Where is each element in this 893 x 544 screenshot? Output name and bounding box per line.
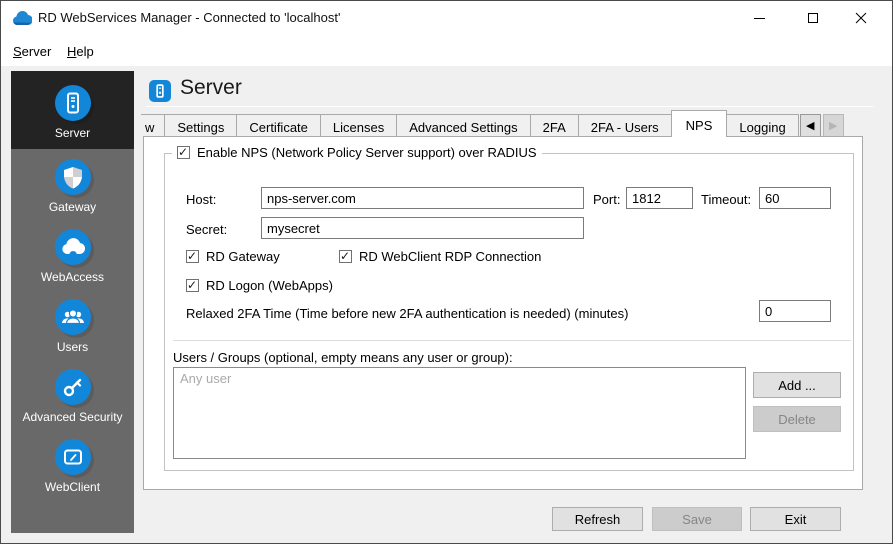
sidebar-label: WebClient xyxy=(44,479,101,494)
tab-2fa[interactable]: 2FA xyxy=(529,114,579,137)
sidebar-item-webclient[interactable]: WebClient xyxy=(11,429,134,499)
users-groups-listbox[interactable]: Any user xyxy=(173,367,746,459)
rd-logon-label: RD Logon (WebApps) xyxy=(206,278,333,293)
delete-button[interactable]: Delete xyxy=(753,406,841,432)
rd-logon-row: RD Logon (WebApps) xyxy=(186,278,333,293)
timeout-label: Timeout: xyxy=(701,192,752,207)
exit-button[interactable]: Exit xyxy=(750,507,841,531)
tab-scroll-left-button[interactable]: ◀ xyxy=(799,114,821,137)
tab-nps[interactable]: NPS xyxy=(670,110,728,137)
sidebar-item-users[interactable]: Users xyxy=(11,289,134,359)
port-label: Port: xyxy=(593,192,621,207)
rd-gateway-checkbox[interactable] xyxy=(186,249,199,263)
tab-settings[interactable]: Settings xyxy=(164,114,238,137)
timeout-input[interactable] xyxy=(759,187,831,209)
sidebar: Server Gateway WebAccess Users Advanced … xyxy=(11,71,134,533)
tab-certificate[interactable]: Certificate xyxy=(236,114,321,137)
rd-gateway-label: RD Gateway xyxy=(206,249,280,264)
minimize-button[interactable] xyxy=(734,1,784,35)
sidebar-item-advanced-security[interactable]: Advanced Security xyxy=(11,359,134,429)
window-title: RD WebServices Manager - Connected to 'l… xyxy=(38,10,341,25)
secret-input[interactable] xyxy=(261,217,584,239)
page-title: Server xyxy=(180,76,242,99)
sidebar-item-webaccess[interactable]: WebAccess xyxy=(11,219,134,289)
screen-icon xyxy=(54,438,91,475)
header-divider xyxy=(146,106,873,107)
rd-webclient-rdp-label: RD WebClient RDP Connection xyxy=(359,249,542,264)
sidebar-label: Gateway xyxy=(48,199,97,214)
enable-nps-label: Enable NPS (Network Policy Server suppor… xyxy=(197,145,537,160)
maximize-icon xyxy=(808,13,818,23)
page-server-icon xyxy=(149,80,171,102)
port-input[interactable] xyxy=(626,187,693,209)
sidebar-label: Server xyxy=(54,125,91,140)
save-button[interactable]: Save xyxy=(652,507,742,531)
relaxed-2fa-label: Relaxed 2FA Time (Time before new 2FA au… xyxy=(186,306,629,321)
cloud-icon xyxy=(54,228,91,265)
enable-nps-checkbox[interactable] xyxy=(177,145,190,159)
users-groups-label: Users / Groups (optional, empty means an… xyxy=(173,350,513,365)
users-icon xyxy=(54,298,91,335)
close-icon xyxy=(855,12,867,24)
tab-overview-partial[interactable]: w xyxy=(141,114,166,137)
menu-help[interactable]: Help xyxy=(61,42,100,61)
sidebar-label: Users xyxy=(56,339,89,354)
arrow-right-icon: ▶ xyxy=(828,119,838,132)
sidebar-item-gateway[interactable]: Gateway xyxy=(11,149,134,219)
sidebar-label: WebAccess xyxy=(40,269,105,284)
rd-gateway-row: RD Gateway xyxy=(186,249,280,264)
menu-bar: Server Help xyxy=(1,36,892,66)
rd-webclient-rdp-row: RD WebClient RDP Connection xyxy=(339,249,541,264)
rd-logon-checkbox[interactable] xyxy=(186,278,199,292)
section-divider xyxy=(173,340,851,341)
tab-2fa-users[interactable]: 2FA - Users xyxy=(577,114,672,137)
enable-nps-row: Enable NPS (Network Policy Server suppor… xyxy=(172,145,542,160)
server-icon xyxy=(54,84,91,121)
minimize-icon xyxy=(753,17,765,19)
sidebar-item-server[interactable]: Server xyxy=(11,71,134,149)
tab-scroll-right-button[interactable]: ▶ xyxy=(822,114,844,137)
key-icon xyxy=(54,368,91,405)
tab-advanced-settings[interactable]: Advanced Settings xyxy=(396,114,531,137)
rd-webclient-rdp-checkbox[interactable] xyxy=(339,249,352,263)
refresh-button[interactable]: Refresh xyxy=(552,507,643,531)
host-input[interactable] xyxy=(261,187,584,209)
tab-licenses[interactable]: Licenses xyxy=(319,114,398,137)
menu-server[interactable]: Server xyxy=(7,42,57,61)
arrow-left-icon: ◀ xyxy=(805,119,815,132)
tab-logging[interactable]: Logging xyxy=(726,114,799,137)
tab-strip: w Settings Certificate Licenses Advanced… xyxy=(141,110,844,137)
add-button[interactable]: Add ... xyxy=(753,372,841,398)
close-button[interactable] xyxy=(836,1,886,35)
app-cloud-icon xyxy=(12,10,33,29)
sidebar-label: Advanced Security xyxy=(22,409,123,424)
users-groups-placeholder: Any user xyxy=(180,371,232,386)
title-bar: RD WebServices Manager - Connected to 'l… xyxy=(1,1,892,36)
relaxed-2fa-input[interactable] xyxy=(759,300,831,322)
maximize-button[interactable] xyxy=(788,1,838,35)
secret-label: Secret: xyxy=(186,222,228,237)
app-window: RD WebServices Manager - Connected to 'l… xyxy=(0,0,893,544)
shield-icon xyxy=(54,158,91,195)
host-label: Host: xyxy=(186,192,217,207)
